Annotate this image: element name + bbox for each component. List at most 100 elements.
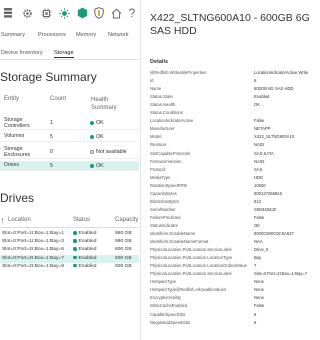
- summary-entity: Storage Enclosures: [4, 146, 31, 158]
- summary-count: 1: [50, 120, 53, 126]
- property-key: StatusIndicator: [150, 222, 178, 228]
- property-key: Revision: [150, 142, 167, 148]
- drive-status: Enabled: [73, 239, 96, 244]
- property-row: FailurePredicted False: [150, 214, 316, 221]
- property-value: 600GB 6G SAS HDD: [254, 86, 294, 92]
- summary-row[interactable]: Drives 5 OK: [0, 161, 139, 171]
- drive-location: Slot=0:Port=2I:Box=1:Bay=8: [2, 263, 64, 269]
- property-value: 10500: [254, 182, 266, 188]
- summary-entity: Storage Controllers: [4, 117, 30, 129]
- storage-stack-icon[interactable]: [2, 6, 14, 20]
- property-value: SAS,SATA: [254, 150, 274, 156]
- processor-icon[interactable]: [40, 6, 52, 20]
- help-icon[interactable]: ?: [127, 6, 137, 20]
- property-value: 5000C500C5C5A537: [254, 231, 294, 236]
- sort-arrow-icon[interactable]: ↑: [0, 215, 5, 225]
- ok-status-icon: [90, 120, 94, 125]
- property-key: RotationSpeedRPM: [150, 182, 188, 188]
- details-section-label: Details: [150, 59, 169, 65]
- drive-row[interactable]: Slot=0:Port=1I:Box=1:Bay=3 Enabled 960 GB: [0, 238, 139, 246]
- col-status[interactable]: Status: [73, 217, 90, 223]
- property-key: HotspareType: [150, 279, 177, 285]
- ok-status-icon: [73, 247, 77, 251]
- drives-title: Drives: [0, 191, 35, 205]
- summary-health-text: OK: [96, 120, 104, 126]
- property-value: OK: [254, 222, 261, 228]
- summary-row[interactable]: Storage Controllers 1 OK: [0, 116, 139, 130]
- drive-row[interactable]: Slot=0:Port=1I:Box=1:Bay=1 Enabled 960 GB: [0, 230, 139, 238]
- property-value: Bay: [254, 255, 262, 261]
- property-row: FirmwareVersion NA02: [150, 158, 316, 165]
- ok-status-icon: [73, 231, 77, 235]
- property-value: Enabled: [254, 94, 270, 100]
- drive-row[interactable]: Slot=0:Port=2I:Box=1:Bay=6 Enabled 600 GB: [0, 246, 139, 254]
- property-row: Protocol SAS: [150, 166, 316, 173]
- property-row: SlotCapableProtocols SAS,SATA: [150, 150, 316, 157]
- property-row: EncryptionAbility None: [150, 294, 316, 301]
- property-key: EncryptionAbility: [150, 295, 181, 301]
- shield-icon[interactable]: [93, 6, 105, 20]
- tab-memory[interactable]: Memory: [76, 32, 96, 38]
- tab-storage[interactable]: Storage: [54, 50, 74, 58]
- property-value: False: [254, 118, 265, 124]
- property-row: SerialNumber S0M1DMJZ: [150, 206, 316, 213]
- property-key: Id: [150, 78, 154, 84]
- summary-row[interactable]: Volumes 5 OK: [0, 132, 139, 142]
- property-value: SAS: [254, 166, 263, 172]
- summary-health: OK: [90, 163, 104, 169]
- drive-status: Enabled: [73, 247, 96, 252]
- col-location[interactable]: Location: [8, 217, 31, 223]
- tab-device-inventory[interactable]: Device Inventory: [1, 50, 43, 56]
- summary-health-text: Not available: [96, 149, 127, 155]
- tab-network[interactable]: Network: [108, 32, 129, 38]
- left-panel: ? Summary Processors Memory Network Devi…: [0, 0, 139, 340]
- col-capacity[interactable]: Capacity: [115, 217, 138, 223]
- tab-processors[interactable]: Processors: [38, 32, 66, 38]
- property-key: MediaType: [150, 174, 171, 180]
- property-key: BlockSizeBytes: [150, 198, 179, 204]
- ok-status-icon: [90, 163, 94, 168]
- property-key: SlotCapableProtocols: [150, 150, 191, 156]
- property-key: PhysicalLocation.PartLocation.ServiceLab…: [150, 271, 232, 277]
- property-key: PhysicalLocation.PartLocation.LocationOr…: [150, 263, 247, 269]
- property-key: PhysicalLocation.PartLocation.LocationTy…: [150, 255, 233, 261]
- drive-location: Slot=0:Port=2I:Box=1:Bay=7: [2, 255, 64, 261]
- property-value: NETAPP: [254, 126, 271, 132]
- property-value: NAA: [254, 239, 263, 245]
- gear-icon[interactable]: [21, 6, 33, 20]
- property-value: False: [254, 303, 265, 309]
- toolbar: ?: [0, 6, 139, 22]
- drive-status-text: Enabled: [78, 231, 97, 237]
- property-key: HotspareType@Redfish.AllowableValues: [150, 287, 227, 293]
- summary-health: OK: [90, 120, 104, 126]
- summary-count: 5: [50, 134, 53, 140]
- property-row: LocationIndicatorActive False: [150, 117, 316, 124]
- property-key: FirmwareVersion: [150, 158, 182, 164]
- drive-row[interactable]: Slot=0:Port=2I:Box=1:Bay=7 Enabled 600 GB: [0, 254, 139, 263]
- property-row: @Redfish.WriteableProperties LocationIndi…: [150, 69, 316, 76]
- summary-row[interactable]: Storage Enclosures 0 Not available: [0, 145, 139, 159]
- property-row: Status.Health OK: [150, 101, 316, 108]
- property-value: None: [254, 279, 265, 285]
- property-key: Status.State: [150, 94, 173, 100]
- property-value: None: [254, 295, 265, 301]
- storage-summary-title: Storage Summary: [0, 70, 97, 84]
- property-row: PhysicalLocation.PartLocation.LocationTy…: [150, 254, 316, 261]
- sun-icon[interactable]: [58, 6, 70, 20]
- drive-row[interactable]: Slot=0:Port=2I:Box=1:Bay=8 Enabled 600 GB: [0, 263, 139, 271]
- property-row: HotspareType@Redfish.AllowableValues None: [150, 286, 316, 293]
- property-row: CapacityBytes 600127266816: [150, 190, 316, 197]
- drive-status: Enabled: [73, 231, 96, 236]
- property-row: Name 600GB 6G SAS HDD: [150, 85, 316, 92]
- hexagon-icon[interactable]: [76, 6, 88, 20]
- ok-status-icon: [90, 134, 94, 139]
- drive-location: Slot=0:Port=1I:Box=1:Bay=3: [2, 239, 64, 245]
- property-row: RotationSpeedRPM 10500: [150, 182, 316, 189]
- property-value: OK: [254, 102, 261, 108]
- home-icon[interactable]: [110, 6, 122, 20]
- ok-status-icon: [73, 263, 77, 268]
- tab-summary[interactable]: Summary: [1, 32, 25, 38]
- property-row: PhysicalLocation.PartLocation.LocationOr…: [150, 262, 316, 269]
- property-key: Model: [150, 134, 162, 140]
- property-row: BlockSizeBytes 512: [150, 198, 316, 205]
